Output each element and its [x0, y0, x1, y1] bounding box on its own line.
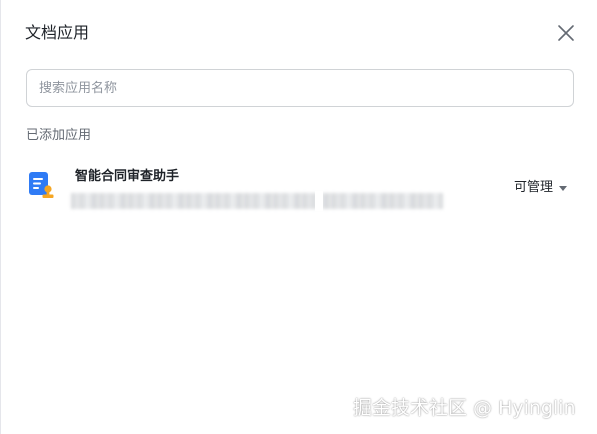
app-description — [71, 193, 443, 209]
document-review-icon — [27, 170, 55, 200]
watermark: 掘金技术社区 @ Hyinglin — [353, 397, 576, 419]
document-apps-dialog: 文档应用 已添加应用 智能合同审查助手 可管理 掘金技术社区 @ Hy — [0, 0, 597, 434]
dialog-title: 文档应用 — [25, 23, 90, 42]
close-icon[interactable] — [554, 21, 578, 45]
permission-label: 可管理 — [514, 180, 554, 195]
app-description-divider — [315, 191, 323, 211]
permission-dropdown[interactable]: 可管理 — [514, 179, 568, 197]
search-input[interactable] — [26, 69, 574, 107]
app-list-item: 智能合同审查助手 可管理 — [25, 165, 577, 213]
app-name: 智能合同审查助手 — [75, 169, 180, 184]
caret-down-icon — [559, 185, 568, 191]
added-apps-label: 已添加应用 — [26, 128, 92, 143]
